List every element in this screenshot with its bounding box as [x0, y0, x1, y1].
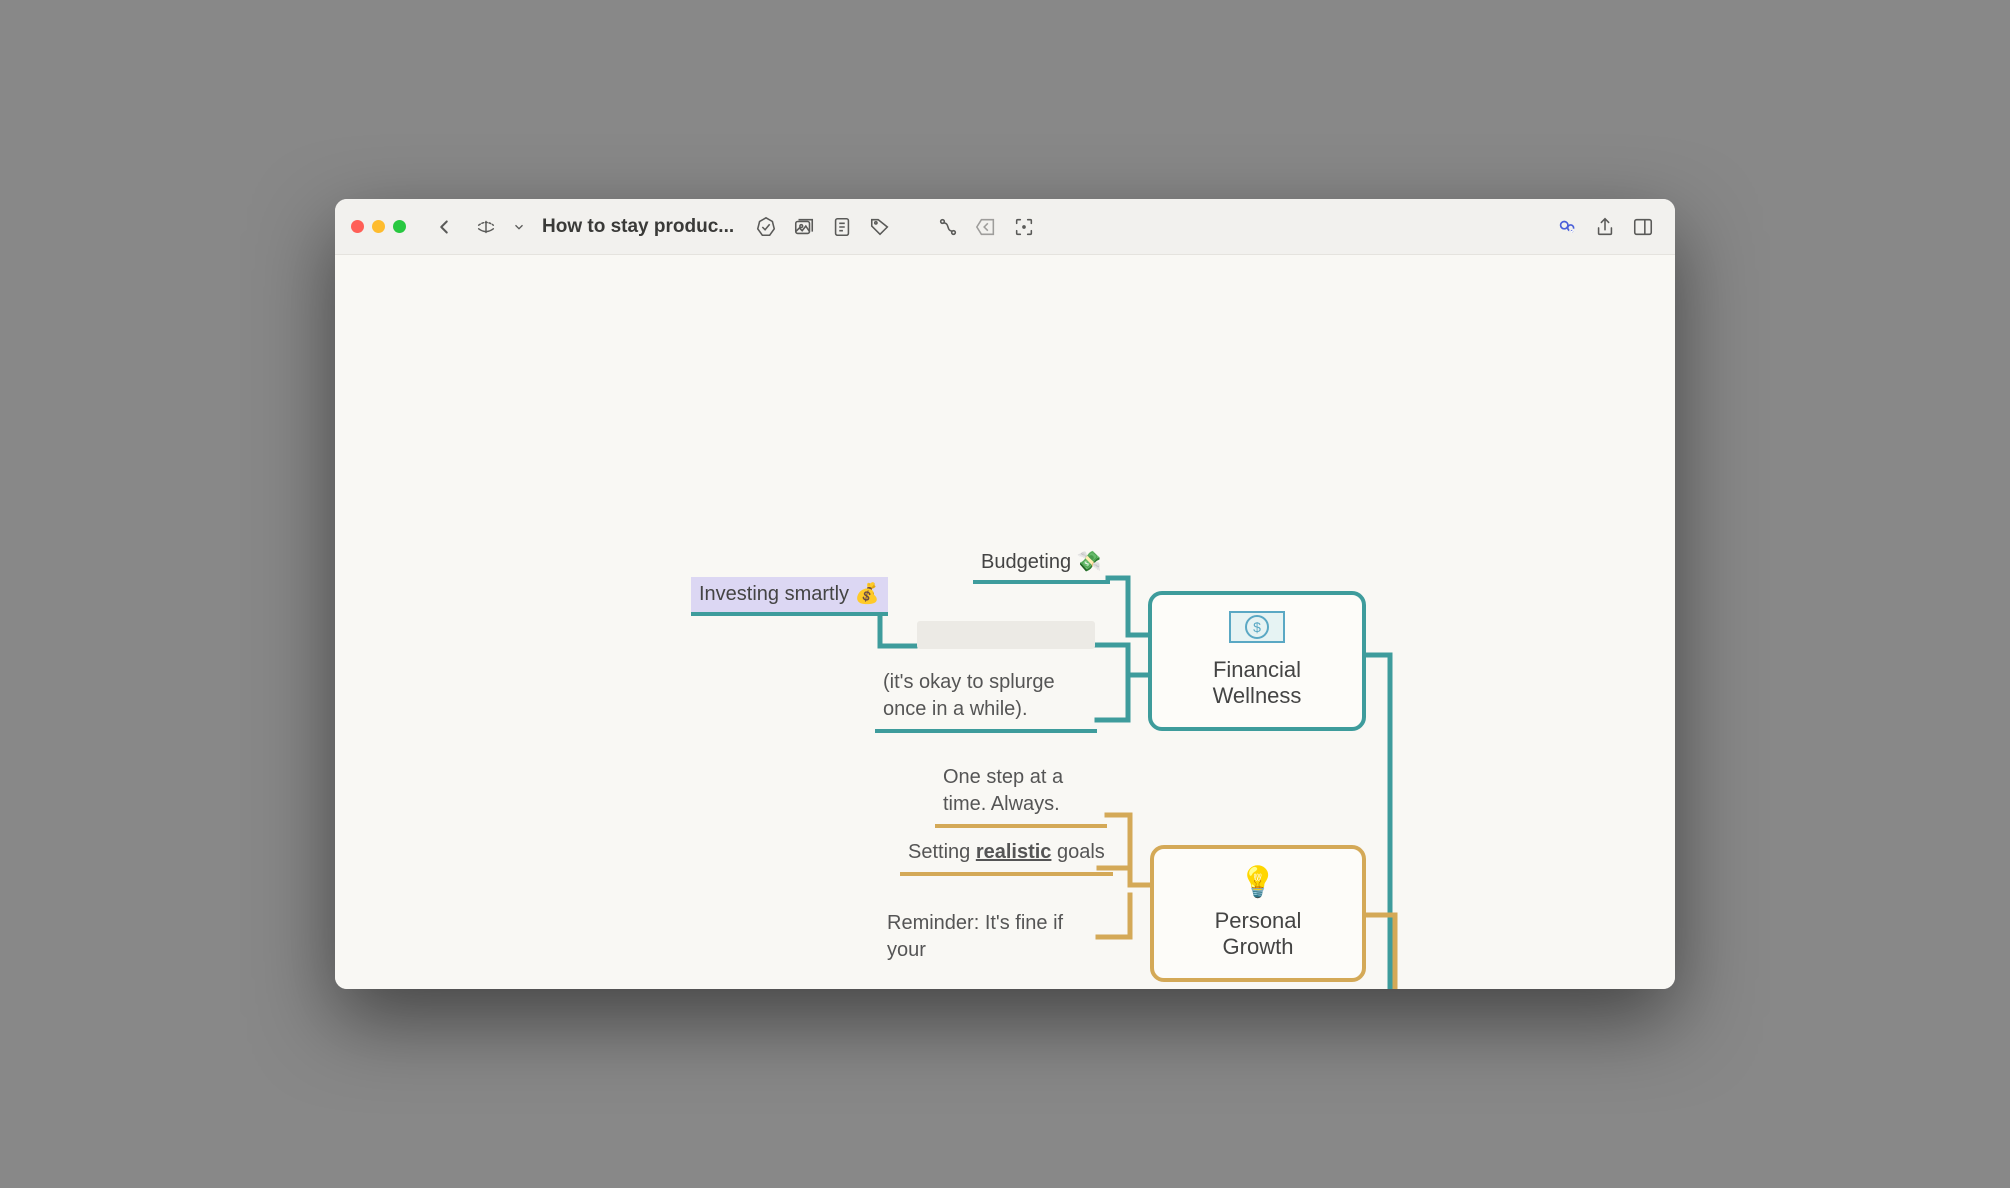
focus-icon[interactable]	[1008, 211, 1040, 243]
note-icon[interactable]	[826, 211, 858, 243]
image-icon[interactable]	[788, 211, 820, 243]
toolbar-center-group	[750, 211, 1040, 243]
node-personal-growth[interactable]: 💡 Personal Growth	[1150, 845, 1366, 982]
collaborate-icon[interactable]	[1551, 211, 1583, 243]
node-title: Personal Growth	[1178, 908, 1338, 960]
maximize-window-button[interactable]	[393, 220, 406, 233]
node-empty-input[interactable]	[917, 621, 1095, 649]
node-splurge[interactable]: (it's okay to splurge once in a while).	[875, 665, 1097, 733]
node-label: Investing smartly 💰	[699, 583, 880, 605]
tag-icon[interactable]	[864, 211, 896, 243]
window-controls	[351, 220, 406, 233]
close-window-button[interactable]	[351, 220, 364, 233]
sidebar-toggle-icon[interactable]	[1627, 211, 1659, 243]
node-one-step[interactable]: One step at a time. Always.	[935, 760, 1107, 828]
node-label: (it's okay to splurge once in a while).	[883, 671, 1055, 720]
node-label: Setting realistic goals	[908, 841, 1105, 863]
node-budgeting[interactable]: Budgeting 💸	[973, 545, 1110, 584]
node-realistic-goals[interactable]: Setting realistic goals	[900, 835, 1113, 876]
document-title[interactable]: How to stay produc...	[542, 216, 734, 238]
lightbulb-icon: 💡	[1239, 866, 1276, 899]
node-title: Financial Wellness	[1176, 657, 1338, 709]
back-hex-icon[interactable]	[970, 211, 1002, 243]
minimize-window-button[interactable]	[372, 220, 385, 233]
node-label: Budgeting 💸	[981, 551, 1102, 573]
check-icon[interactable]	[750, 211, 782, 243]
connection-icon[interactable]	[932, 211, 964, 243]
node-financial-wellness[interactable]: Financial Wellness	[1148, 591, 1366, 731]
node-reminder[interactable]: Reminder: It's fine if your	[887, 910, 1105, 964]
back-button[interactable]	[428, 211, 460, 243]
toolbar-right-group	[1551, 211, 1659, 243]
node-investing-smartly[interactable]: Investing smartly 💰	[691, 577, 888, 616]
app-window: How to stay produc...	[335, 199, 1675, 989]
share-icon[interactable]	[1589, 211, 1621, 243]
mindmap-view-dropdown[interactable]	[470, 211, 502, 243]
node-label: One step at a time. Always.	[943, 766, 1063, 815]
titlebar: How to stay produc...	[335, 199, 1675, 255]
chevron-down-icon[interactable]	[512, 211, 526, 243]
mindmap-canvas[interactable]: Financial Wellness Budgeting 💸 Investing…	[335, 255, 1675, 989]
dollar-bill-icon	[1229, 611, 1285, 643]
node-label: Reminder: It's fine if your	[887, 912, 1063, 961]
